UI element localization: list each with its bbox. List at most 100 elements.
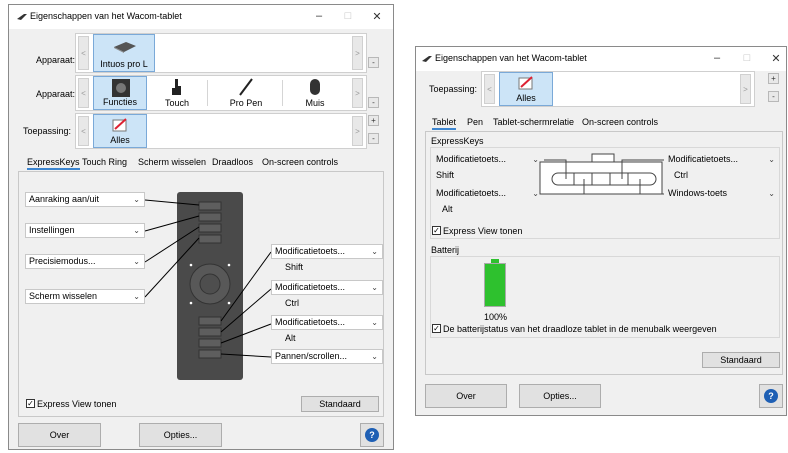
remove-tool-button[interactable]: -	[368, 97, 379, 108]
device-scroll-left[interactable]: <	[78, 36, 89, 70]
modifier-subtext: Alt	[285, 333, 296, 343]
tab-pen[interactable]: Pen	[467, 117, 483, 127]
expresskey-3-dropdown[interactable]: Precisiemodus... ⌄	[25, 254, 145, 269]
tab-on-screen-controls[interactable]: On-screen controls	[582, 117, 658, 127]
express-view-label: Express View tonen	[37, 399, 117, 409]
application-tile-label: Alles	[516, 93, 536, 103]
all-apps-icon	[112, 118, 127, 132]
title-bar: Eigenschappen van het Wacom-tablet – □ ✕	[9, 5, 393, 29]
chevron-down-icon: ⌄	[133, 226, 140, 235]
remove-device-button[interactable]: -	[368, 57, 379, 68]
default-button[interactable]: Standaard	[702, 352, 780, 368]
all-apps-icon	[518, 76, 533, 90]
tab-bar: Tablet Pen Tablet-schermrelatie On-scree…	[425, 117, 781, 132]
device-tile-label: Intuos pro L	[100, 59, 148, 69]
tab-draadloos[interactable]: Draadloos	[212, 157, 253, 167]
tool-scroll-right[interactable]: >	[352, 78, 363, 108]
close-button[interactable]: ✕	[370, 10, 384, 23]
modifier-subtext: Shift	[285, 262, 304, 272]
minimize-button[interactable]: –	[710, 52, 724, 64]
tablet-icon	[114, 42, 136, 53]
express-view-checkbox[interactable]: ✓	[432, 226, 441, 235]
about-button[interactable]: Over	[425, 384, 507, 408]
expresskeys-panel: Aanraking aan/uit ⌄ Instellingen ⌄ Precisi…	[18, 171, 384, 417]
add-application-button[interactable]: +	[768, 73, 779, 84]
expresskey-4-dropdown[interactable]: Scherm wisselen ⌄	[25, 289, 145, 304]
add-application-button[interactable]: +	[368, 115, 379, 126]
chevron-down-icon: ⌄	[371, 352, 378, 361]
application-label: Toepassing:	[429, 84, 478, 94]
about-button[interactable]: Over	[18, 423, 101, 447]
expresskeys-diagram	[539, 153, 664, 195]
close-button[interactable]: ✕	[769, 52, 783, 65]
default-button[interactable]: Standaard	[301, 396, 379, 412]
application-scroll-left[interactable]: <	[484, 74, 495, 104]
expresskey-7-dropdown[interactable]: Modificatietoets... ⌄	[271, 315, 383, 330]
tool-strip: < Functies Touch Pro Pen Muis >	[75, 75, 367, 111]
pen-icon	[17, 14, 27, 20]
mouse-icon	[310, 79, 320, 95]
tool-tile-label: Functies	[102, 97, 137, 107]
battery-status-checkbox[interactable]: ✓	[432, 324, 441, 333]
dropdown-value: Modificatietoets...	[275, 282, 346, 292]
chevron-down-icon: ⌄	[133, 195, 140, 204]
chevron-down-icon: ⌄	[371, 318, 378, 327]
chevron-down-icon: ⌄	[371, 247, 378, 256]
tool-scroll-left[interactable]: <	[78, 78, 89, 108]
device-scroll-right[interactable]: >	[352, 36, 363, 70]
left-window: Eigenschappen van het Wacom-tablet – □ ✕…	[8, 4, 394, 450]
dropdown-value: Instellingen	[29, 225, 75, 235]
options-button[interactable]: Opties...	[139, 423, 222, 447]
remove-application-button[interactable]: -	[368, 133, 379, 144]
application-scroll-right[interactable]: >	[352, 116, 363, 146]
functions-icon	[112, 79, 130, 97]
help-button[interactable]: ?	[360, 423, 384, 447]
application-tile-all[interactable]: Alles	[93, 114, 147, 148]
options-button[interactable]: Opties...	[519, 384, 601, 408]
minimize-button[interactable]: –	[312, 10, 326, 22]
expresskey-1-dropdown[interactable]: Aanraking aan/uit ⌄	[25, 192, 145, 207]
maximize-button[interactable]: □	[341, 10, 355, 22]
tool-tile-touch[interactable]: Touch	[152, 76, 202, 110]
tab-tablet[interactable]: Tablet	[432, 117, 457, 130]
expresskey-2-dropdown[interactable]: Instellingen ⌄	[25, 223, 145, 238]
tool-tile-pro-pen[interactable]: Pro Pen	[216, 76, 276, 110]
tool-tile-label: Pro Pen	[229, 98, 263, 108]
help-icon: ?	[365, 428, 379, 442]
remove-application-button[interactable]: -	[768, 91, 779, 102]
device-label: Apparaat:	[36, 55, 76, 65]
dropdown-value: Modificatietoets...	[275, 246, 346, 256]
expresskey-8-dropdown[interactable]: Pannen/scrollen... ⌄	[271, 349, 383, 364]
expresskey-5-dropdown[interactable]: Modificatietoets... ⌄	[271, 244, 383, 259]
device-tile-intuos[interactable]: Intuos pro L	[93, 34, 155, 72]
chevron-down-icon: ⌄	[133, 257, 140, 266]
hand-icon	[172, 79, 181, 95]
application-strip: < Alles >	[481, 71, 755, 107]
tool-tile-functions[interactable]: Functies	[93, 76, 147, 110]
application-scroll-left[interactable]: <	[78, 116, 89, 146]
battery-percent: 100%	[484, 312, 508, 322]
application-tile-all[interactable]: Alles	[499, 72, 553, 106]
dropdown-value: Precisiemodus...	[29, 256, 96, 266]
expresskey-6-dropdown[interactable]: Modificatietoets... ⌄	[271, 280, 383, 295]
tool-tile-mouse[interactable]: Muis	[290, 76, 340, 110]
tab-scherm-wisselen[interactable]: Scherm wisselen	[138, 157, 206, 167]
tool-tile-label: Muis	[305, 98, 325, 108]
dropdown-value: Scherm wisselen	[29, 291, 98, 301]
window-title: Eigenschappen van het Wacom-tablet	[435, 53, 587, 63]
pen-icon	[422, 56, 432, 62]
separator	[207, 80, 208, 106]
express-view-checkbox[interactable]: ✓	[26, 399, 35, 408]
help-icon: ?	[764, 389, 778, 403]
tab-on-screen-controls[interactable]: On-screen controls	[262, 157, 338, 167]
tab-touch-ring[interactable]: Touch Ring	[82, 157, 127, 167]
application-scroll-right[interactable]: >	[740, 74, 751, 104]
chevron-down-icon: ⌄	[371, 283, 378, 292]
chevron-down-icon: ⌄	[133, 292, 140, 301]
tab-tablet-schermrelatie[interactable]: Tablet-schermrelatie	[493, 117, 574, 127]
window-title: Eigenschappen van het Wacom-tablet	[30, 11, 182, 21]
help-button[interactable]: ?	[759, 384, 783, 408]
application-label: Toepassing:	[23, 126, 72, 136]
tab-expresskeys[interactable]: ExpressKeys	[27, 157, 80, 170]
maximize-button[interactable]: □	[740, 52, 754, 64]
